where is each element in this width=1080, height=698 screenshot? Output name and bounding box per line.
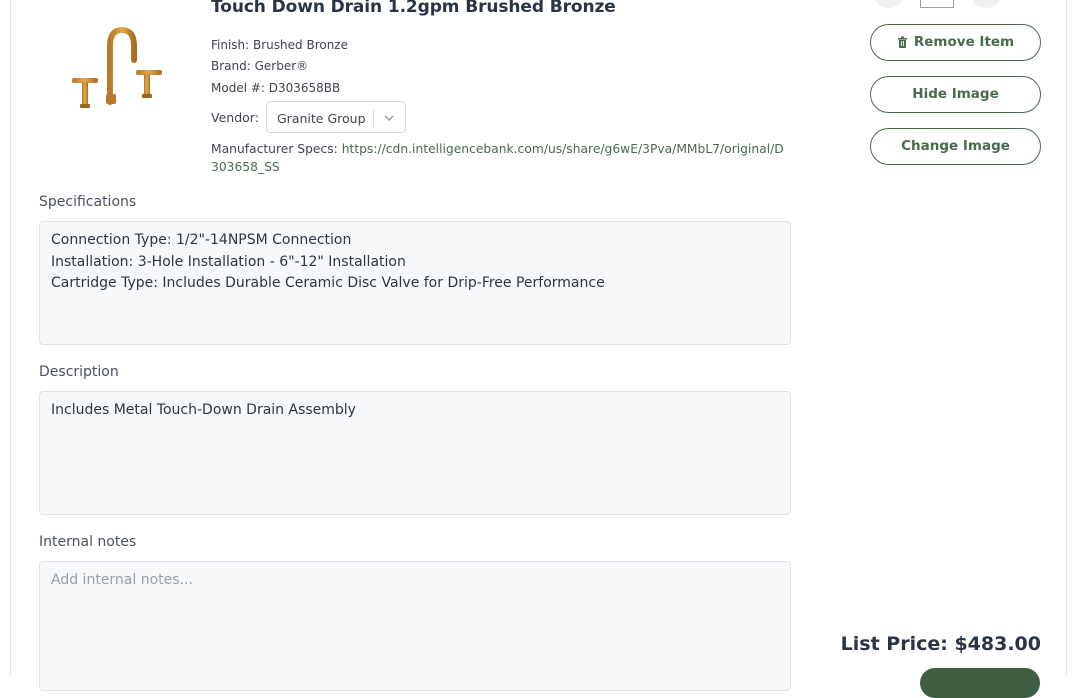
product-title: Touch Down Drain 1.2gpm Brushed Bronze [211, 0, 616, 17]
faucet-image [72, 26, 162, 108]
remove-item-label: Remove Item [913, 34, 1015, 50]
remove-item-button[interactable]: Remove Item [870, 24, 1041, 61]
vendor-select[interactable]: Granite Group [266, 101, 406, 133]
vendor-label: Vendor: [211, 110, 259, 125]
vendor-select-value: Granite Group [277, 111, 366, 126]
add-to-proposal-button[interactable] [920, 668, 1040, 698]
card-left-border [10, 0, 11, 675]
spec-line: Connection Type: 1/2"-14NPSM Connection [51, 232, 352, 248]
description-field[interactable]: Includes Metal Touch-Down Drain Assembly [39, 391, 791, 515]
chevron-down-icon [384, 115, 394, 122]
quantity-increment-button[interactable] [972, 0, 1000, 8]
list-price: List Price: $483.00 [840, 633, 1041, 655]
spec-line: Installation: 3-Hole Installation - 6"-1… [51, 253, 406, 270]
specs-label: Manufacturer Specs: [211, 142, 338, 156]
card-right-border [1066, 0, 1067, 675]
specifications-label: Specifications [39, 194, 137, 210]
change-image-button[interactable]: Change Image [870, 128, 1041, 165]
finish-text: Finish: Brushed Bronze [211, 38, 348, 52]
description-text: Includes Metal Touch-Down Drain Assembly [51, 402, 356, 418]
internal-notes-field[interactable]: Add internal notes... [39, 561, 791, 691]
internal-notes-placeholder: Add internal notes... [51, 572, 193, 588]
internal-notes-label: Internal notes [39, 534, 137, 550]
brand-text: Brand: Gerber® [211, 59, 309, 73]
manufacturer-specs: Manufacturer Specs: https://cdn.intellig… [211, 140, 791, 176]
specifications-field[interactable]: Connection Type: 1/2"-14NPSM Connection … [39, 221, 791, 345]
spec-line: Cartridge Type: Includes Durable Ceramic… [51, 275, 605, 291]
select-separator [373, 110, 374, 126]
model-text: Model #: D303658BB [211, 81, 341, 95]
description-label: Description [39, 364, 119, 380]
quantity-decrement-button[interactable] [875, 0, 903, 8]
quantity-input[interactable] [920, 0, 954, 8]
hide-image-button[interactable]: Hide Image [870, 76, 1041, 113]
trash-icon [897, 36, 907, 48]
